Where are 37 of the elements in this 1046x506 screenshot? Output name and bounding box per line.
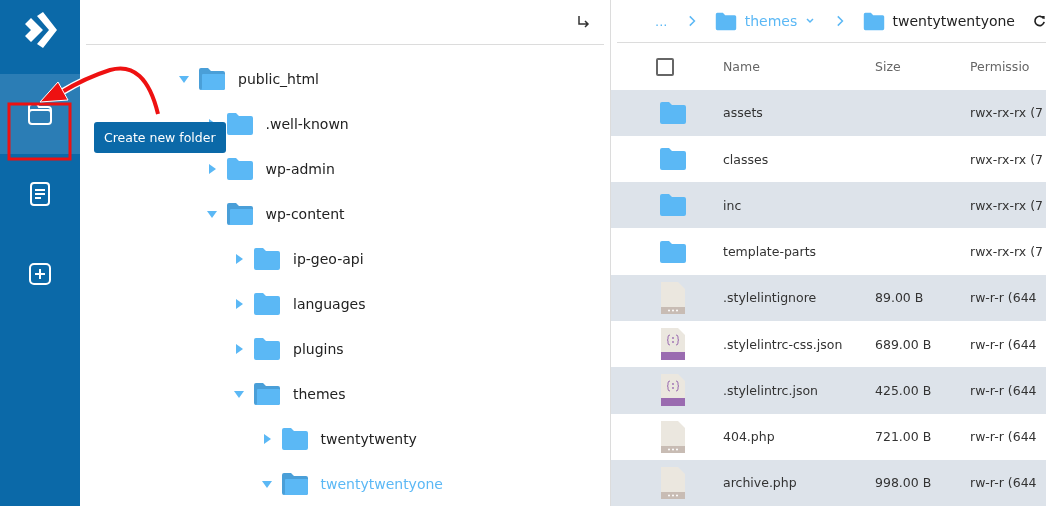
file-name[interactable]: classes bbox=[723, 151, 769, 167]
tooltip: Create new folder bbox=[94, 122, 226, 153]
folder-name[interactable]: twentytwenty bbox=[320, 430, 417, 447]
file-name[interactable]: assets bbox=[723, 105, 763, 121]
file-permissions: rwx-rx-rx (7 bbox=[970, 244, 1043, 260]
folder-name[interactable]: ip-geo-api bbox=[293, 250, 364, 267]
file-permissions: rwx-rx-rx (7 bbox=[970, 105, 1043, 121]
file-name[interactable]: .stylelintignore bbox=[723, 290, 817, 306]
file-size: 721.00 B bbox=[875, 429, 932, 445]
file-permissions: rw-r-r (644 bbox=[970, 290, 1037, 306]
file-name[interactable]: archive.php bbox=[723, 475, 797, 491]
file-permissions: rw-r-r (644 bbox=[970, 382, 1037, 398]
file-permissions: rwx-rx-rx (7 bbox=[970, 151, 1043, 167]
file-size: 998.00 B bbox=[875, 475, 932, 491]
file-size: 689.00 B bbox=[875, 336, 932, 352]
file-permissions: rwx-rx-rx (7 bbox=[970, 197, 1043, 213]
file-name[interactable]: .stylelintrc-css.json bbox=[723, 336, 843, 352]
file-name[interactable]: .stylelintrc.json bbox=[723, 382, 818, 398]
folder-name[interactable]: themes bbox=[293, 385, 346, 402]
file-permissions: rw-r-r (644 bbox=[970, 475, 1037, 491]
breadcrumb-item[interactable]: twentytwentyone bbox=[892, 13, 1015, 30]
file-name[interactable]: 404.php bbox=[723, 429, 775, 445]
column-header[interactable]: Name bbox=[723, 59, 875, 75]
folder-name[interactable]: wp-admin bbox=[265, 160, 335, 177]
folder-name[interactable]: languages bbox=[293, 295, 366, 312]
folder-name[interactable]: .well-known bbox=[265, 115, 349, 132]
file-name[interactable]: inc bbox=[723, 197, 742, 213]
folder-name[interactable]: plugins bbox=[293, 340, 344, 357]
file-size: 425.00 B bbox=[875, 382, 932, 398]
column-header[interactable]: Permissio bbox=[970, 59, 1030, 75]
file-size: 89.00 B bbox=[875, 290, 924, 306]
file-name[interactable]: template-parts bbox=[723, 244, 817, 260]
folder-name[interactable]: wp-content bbox=[265, 205, 345, 222]
column-header[interactable]: Size bbox=[875, 59, 970, 75]
file-permissions: rw-r-r (644 bbox=[970, 336, 1037, 352]
file-permissions: rw-r-r (644 bbox=[970, 429, 1037, 445]
folder-name[interactable]: public_html bbox=[238, 70, 319, 87]
